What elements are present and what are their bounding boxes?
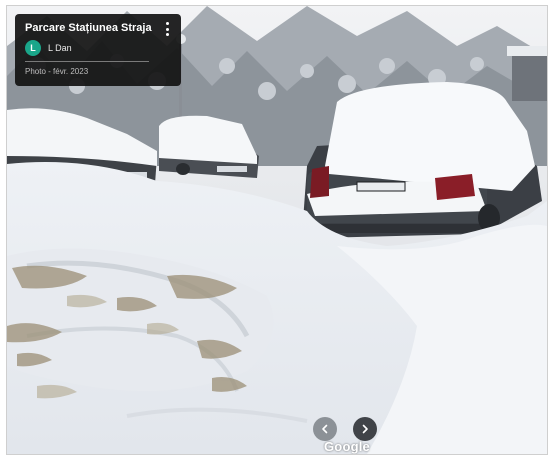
next-photo-button[interactable]: [353, 417, 377, 441]
google-watermark: Google: [324, 439, 370, 454]
card-divider: [25, 61, 149, 62]
author-row[interactable]: L L Dan: [25, 40, 72, 56]
author-name[interactable]: L Dan: [48, 43, 72, 53]
place-title[interactable]: Parcare Stațiunea Straja: [25, 22, 152, 34]
photo-date: Photo - févr. 2023: [25, 67, 89, 76]
chevron-left-icon: [322, 424, 328, 434]
snowed-suv-right: [303, 82, 542, 238]
place-info-card[interactable]: Parcare Stațiunea Straja L L Dan Photo -…: [15, 14, 181, 86]
street-view-frame[interactable]: Parcare Stațiunea Straja L L Dan Photo -…: [6, 5, 548, 455]
chevron-right-icon: [362, 424, 368, 434]
previous-photo-button[interactable]: [313, 417, 337, 441]
avatar[interactable]: L: [25, 40, 41, 56]
more-vertical-icon[interactable]: [161, 22, 173, 36]
